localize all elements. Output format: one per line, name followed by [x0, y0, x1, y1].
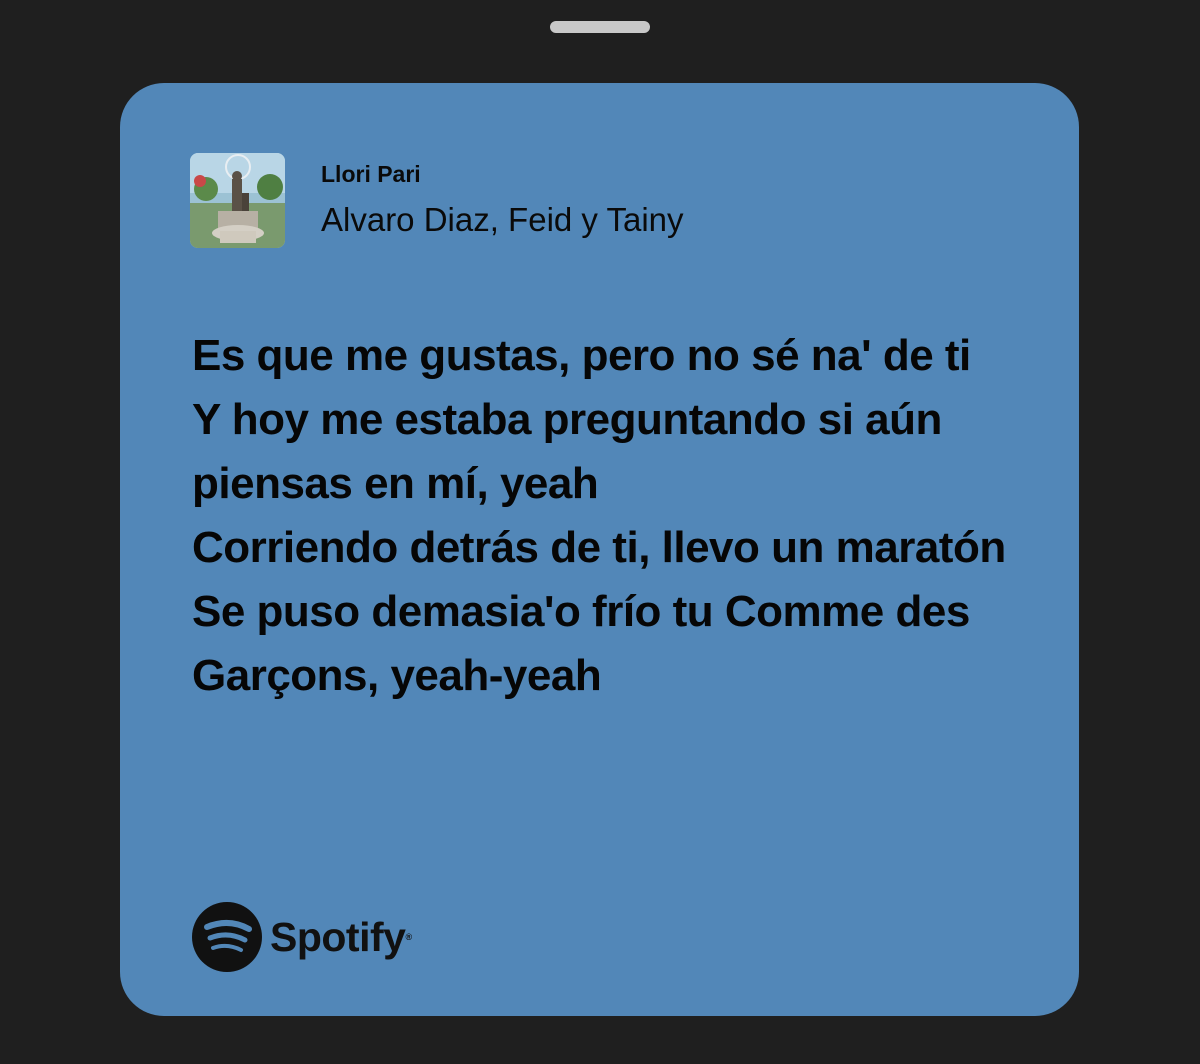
sheet-grabber-handle[interactable] [550, 21, 650, 33]
lyrics-block: Es que me gustas, pero no sé na' de ti Y… [192, 324, 1022, 708]
spotify-logo-icon [192, 902, 262, 972]
lyrics-share-card: Llori Pari Alvaro Diaz, Feid y Tainy Es … [120, 83, 1079, 1016]
lyric-line-1: Es que me gustas, pero no sé na' de ti [192, 331, 971, 380]
trademark-symbol: ® [405, 932, 413, 942]
spotify-wordmark: Spotify [270, 913, 406, 960]
album-cover-art [190, 153, 285, 248]
track-title: Llori Pari [321, 161, 421, 187]
spotify-branding: Spotify ® [192, 901, 412, 973]
lyric-line-4: Se puso demasia'o frío tu Comme des Garç… [192, 587, 970, 700]
track-artists: Alvaro Diaz, Feid y Tainy [321, 201, 684, 238]
lyric-line-2: Y hoy me estaba preguntando si aún piens… [192, 395, 942, 508]
lyric-line-3: Corriendo detrás de ti, llevo un maratón [192, 523, 1006, 572]
album-cover-icon [190, 153, 285, 248]
